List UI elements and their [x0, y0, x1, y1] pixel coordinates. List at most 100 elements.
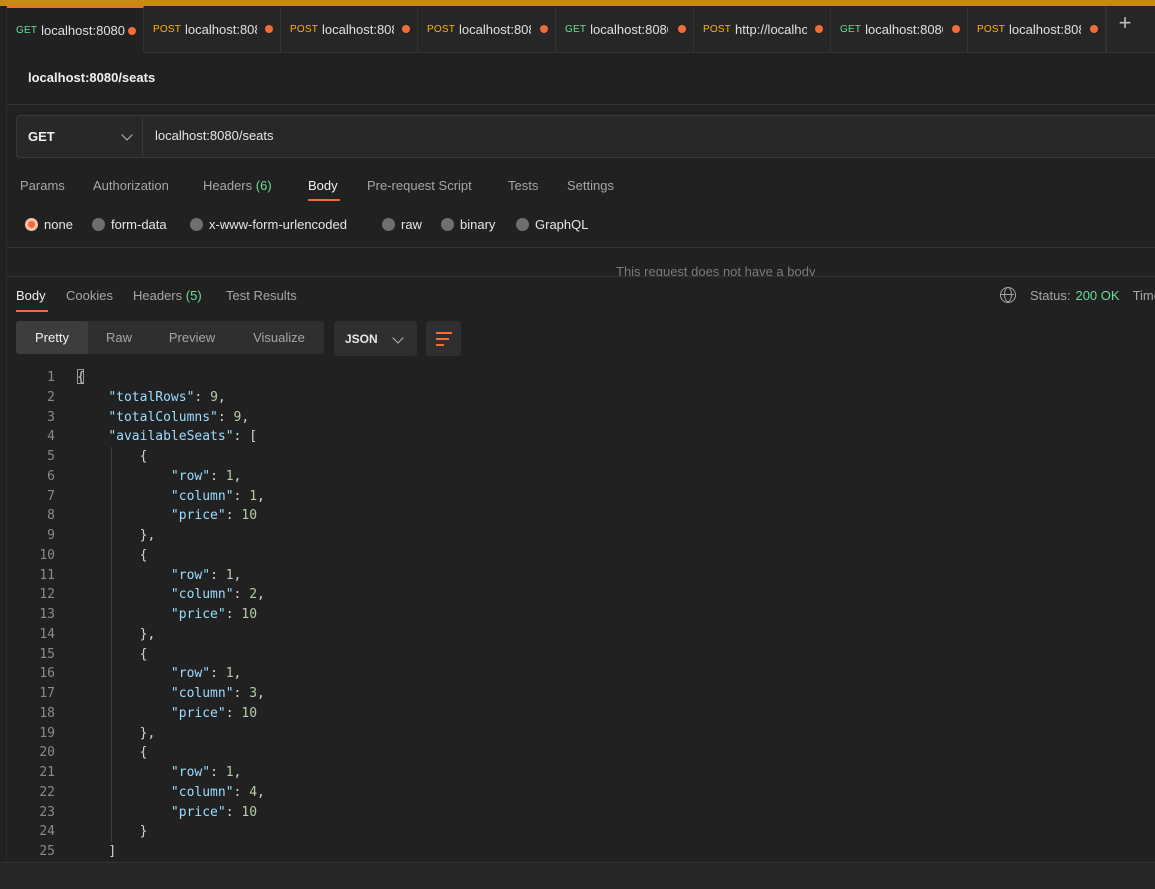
line-number: 9 — [47, 528, 55, 543]
code-text: }, — [77, 526, 156, 546]
json-punctuation: { — [139, 449, 148, 464]
line-number: 25 — [39, 844, 55, 859]
url-input[interactable]: localhost:8080/seats — [155, 128, 274, 143]
json-punctuation: , — [241, 409, 250, 425]
tab-settings[interactable]: Settings — [567, 178, 614, 193]
unsaved-dot-icon — [402, 25, 410, 33]
response-tab-body[interactable]: Body — [16, 288, 46, 303]
radio-icon — [382, 218, 395, 231]
view-pretty-button[interactable]: Pretty — [16, 321, 88, 354]
request-tab-4[interactable]: POST localhost:8080 — [418, 6, 556, 52]
tab-title: localhost:8080 — [459, 21, 531, 37]
response-tab-headers[interactable]: Headers (5) — [133, 288, 202, 303]
radio-form-data[interactable]: form-data — [92, 217, 167, 232]
radio-selected-icon — [25, 218, 38, 231]
request-tab-8[interactable]: POST localhost:8080 — [968, 6, 1106, 52]
line-number: 6 — [47, 468, 55, 484]
tab-body[interactable]: Body — [308, 178, 338, 193]
response-tab-cookies[interactable]: Cookies — [66, 288, 113, 303]
radio-label: GraphQL — [535, 217, 589, 232]
request-tab-1[interactable]: GET localhost:8080/seats — [7, 6, 144, 53]
code-text: }, — [77, 724, 156, 744]
code-text: "row": 1, — [77, 566, 241, 586]
radio-graphql[interactable]: GraphQL — [516, 217, 588, 232]
request-tab-5[interactable]: GET localhost:8080 — [556, 6, 694, 52]
tab-title: localhost:8080 — [1009, 21, 1081, 37]
format-label: JSON — [345, 331, 378, 346]
response-tab-test-results[interactable]: Test Results — [226, 288, 297, 303]
json-punctuation: : — [210, 567, 226, 583]
line-number: 2 — [47, 389, 55, 405]
code-text: "price": 10 — [77, 506, 257, 526]
tab-headers[interactable]: Headers (6) — [203, 178, 272, 193]
request-tab-7[interactable]: GET localhost:8080 — [831, 6, 968, 52]
json-punctuation: { — [77, 370, 85, 385]
unsaved-dot-icon — [128, 27, 136, 35]
method-select[interactable]: GET — [17, 116, 143, 157]
status-value[interactable]: 200 OK — [1075, 288, 1119, 303]
json-key: "totalColumns" — [108, 409, 218, 425]
line-number: 10 — [39, 547, 55, 563]
wrap-lines-button[interactable] — [426, 321, 461, 356]
json-punctuation: , — [217, 389, 226, 405]
unsaved-dot-icon — [265, 25, 273, 33]
code-text: "totalColumns": 9, — [77, 408, 249, 428]
tab-prerequest-script[interactable]: Pre-request Script — [367, 178, 472, 193]
line-number: 23 — [39, 804, 55, 820]
code-text: "row": 1, — [77, 763, 241, 783]
json-number: 3 — [249, 686, 258, 701]
json-number: 1 — [225, 468, 234, 484]
pane-splitter[interactable] — [7, 276, 1155, 277]
radio-label: x-www-form-urlencoded — [209, 217, 347, 232]
radio-urlencoded[interactable]: x-www-form-urlencoded — [190, 217, 347, 232]
line-number: 24 — [39, 824, 55, 840]
tab-tests[interactable]: Tests — [508, 178, 538, 193]
json-key: "column" — [170, 488, 234, 504]
json-punctuation: ] — [108, 844, 117, 859]
time-label[interactable]: Time — [1133, 288, 1155, 303]
globe-icon[interactable] — [1000, 287, 1016, 303]
code-text: { — [77, 546, 148, 566]
tab-authorization[interactable]: Authorization — [93, 178, 169, 193]
request-title[interactable]: localhost:8080/seats — [28, 70, 155, 85]
format-select[interactable]: JSON — [334, 321, 417, 356]
radio-none[interactable]: none — [25, 217, 73, 232]
request-tab-6[interactable]: POST http://localhost — [694, 6, 831, 52]
json-punctuation: : — [210, 468, 226, 484]
json-punctuation: }, — [139, 528, 156, 543]
tab-params[interactable]: Params — [20, 178, 65, 193]
request-tab-3[interactable]: POST localhost:8080 — [281, 6, 418, 52]
json-punctuation: , — [233, 765, 242, 780]
active-tab-indicator — [308, 199, 340, 201]
view-visualize-button[interactable]: Visualize — [234, 321, 324, 354]
unsaved-dot-icon — [678, 25, 686, 33]
line-number: 14 — [39, 626, 55, 642]
radio-binary[interactable]: binary — [441, 217, 495, 232]
line-number: 21 — [39, 765, 55, 780]
code-text: "column": 3, — [77, 684, 265, 704]
new-tab-plus-icon[interactable]: + — [1112, 12, 1138, 34]
code-text: { — [77, 743, 148, 763]
json-number: 1 — [225, 666, 234, 682]
line-number: 1 — [47, 370, 55, 385]
code-text: { — [77, 368, 85, 388]
tab-method: GET — [16, 25, 38, 36]
json-key: "price" — [170, 508, 226, 524]
view-raw-button[interactable]: Raw — [88, 321, 150, 354]
tab-title: http://localhost — [735, 21, 808, 37]
radio-raw[interactable]: raw — [382, 217, 422, 232]
line-number: 15 — [39, 646, 55, 662]
json-key: "row" — [170, 567, 211, 583]
line-number: 8 — [47, 508, 55, 524]
tab-headers-label: Headers — [203, 178, 253, 193]
json-punctuation: : — [233, 784, 250, 800]
view-preview-button[interactable]: Preview — [150, 321, 234, 354]
active-response-tab-indicator — [16, 310, 48, 312]
json-punctuation: }, — [139, 725, 156, 741]
response-body-editor[interactable]: 1{2 "totalRows": 9, 3 "totalColumns": 9, 4… — [16, 368, 1155, 861]
code-text: "price": 10 — [77, 704, 257, 724]
code-text: ] — [77, 842, 116, 861]
unsaved-dot-icon — [1090, 25, 1098, 33]
request-tab-2[interactable]: POST localhost:8080 — [144, 6, 281, 52]
url-bar: GET localhost:8080/seats — [16, 115, 1155, 158]
